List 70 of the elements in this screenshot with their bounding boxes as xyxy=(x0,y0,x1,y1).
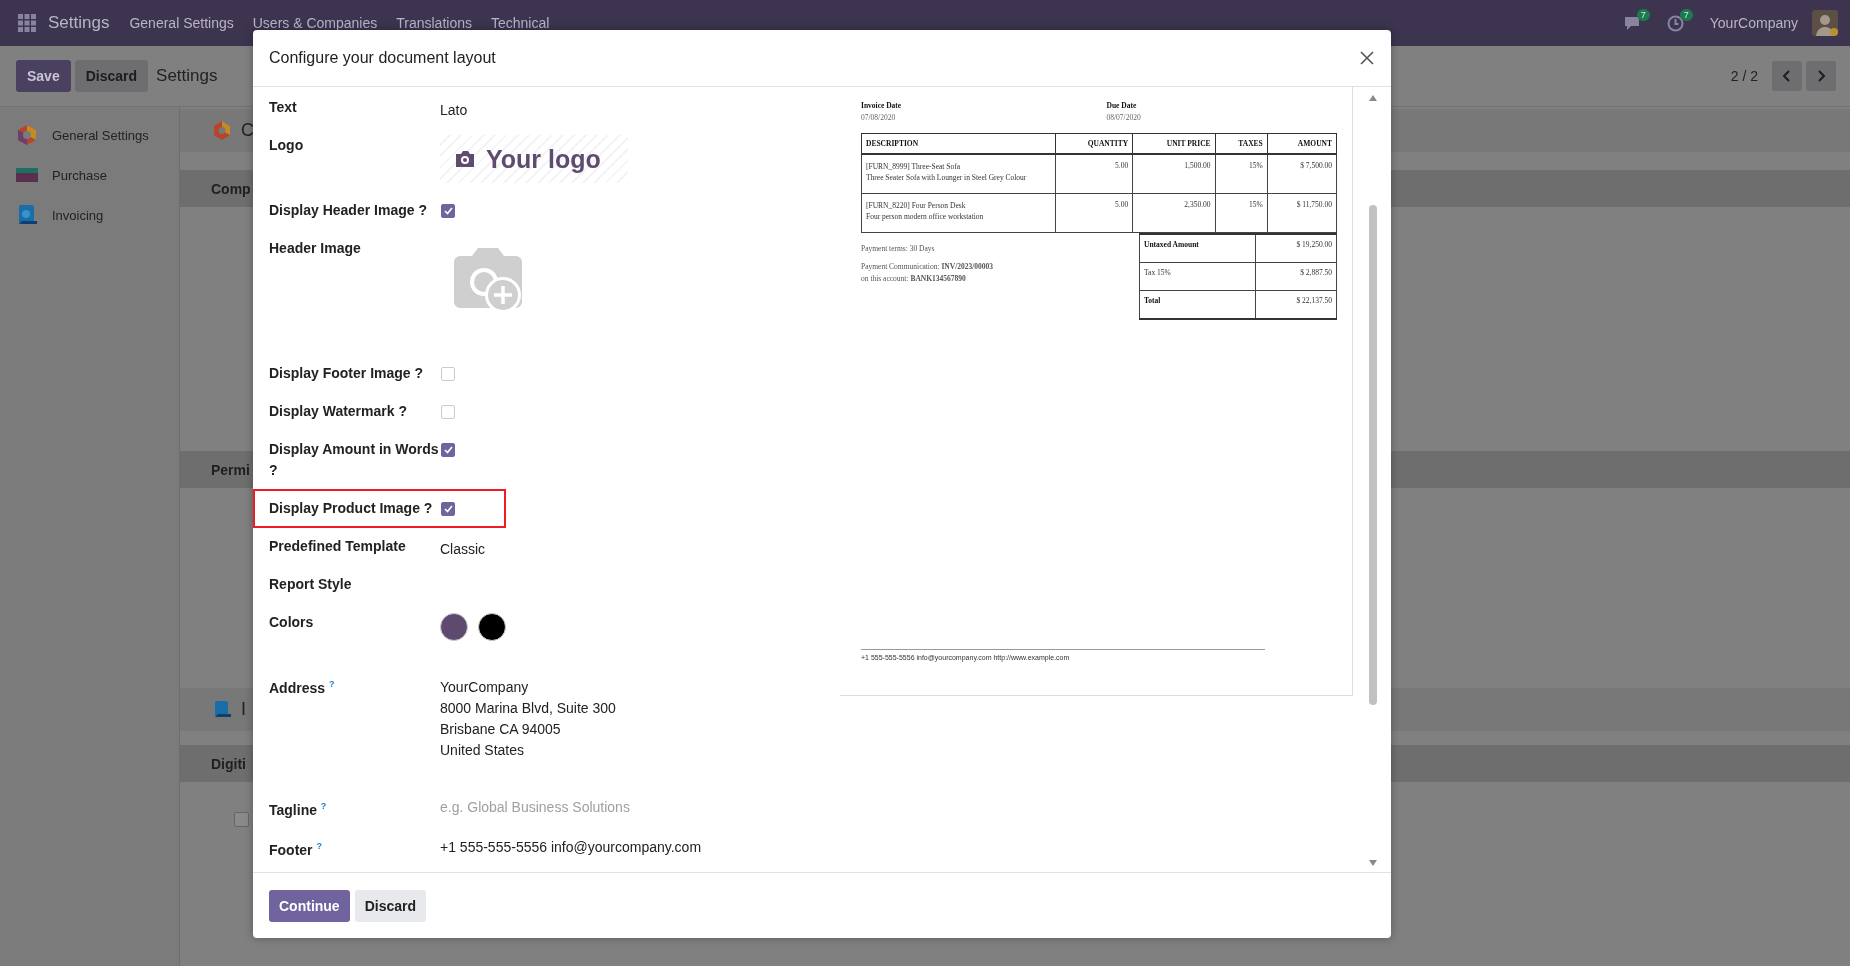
section-title: Permi xyxy=(211,461,250,478)
invoice-icon xyxy=(213,700,231,719)
field-label: Display Amount in Words ? xyxy=(269,440,440,480)
field-label: Report Style xyxy=(269,575,353,594)
sidebar-item[interactable]: Purchase xyxy=(0,155,179,195)
field-label: Logo xyxy=(269,136,305,155)
invoice-icon xyxy=(16,204,38,226)
field-value: Classic xyxy=(440,540,486,559)
address-line: 8000 Marina Blvd, Suite 300 xyxy=(440,699,616,718)
discard-button[interactable]: Discard xyxy=(74,60,149,92)
page-title: Settings xyxy=(156,66,218,86)
color-swatch[interactable] xyxy=(478,613,506,641)
save-button[interactable]: Save xyxy=(16,60,71,92)
pager-counter: 2 / 2 xyxy=(1730,68,1758,84)
section-title: Comp xyxy=(211,180,251,197)
app-title: I xyxy=(241,699,246,720)
check-icon xyxy=(443,505,453,513)
checkbox[interactable] xyxy=(234,812,249,827)
field-label: Display Header Image ? xyxy=(269,201,428,220)
field-label: Display Watermark ? xyxy=(269,402,408,421)
company-name[interactable]: YourCompany xyxy=(1709,15,1798,31)
section-title: Digiti xyxy=(211,755,246,772)
hexagon-icon xyxy=(16,124,38,146)
field-label: Footer $^{?}$ xyxy=(269,840,323,860)
address-line: Brisbane CA 94005 xyxy=(440,720,562,739)
logo-upload[interactable]: Your logo xyxy=(440,135,628,183)
field-label: Display Product Image ? xyxy=(269,499,434,518)
color-swatch[interactable] xyxy=(440,613,468,641)
apps-menu-icon[interactable] xyxy=(18,14,36,32)
field-label: Header Image xyxy=(269,239,362,258)
continue-button[interactable]: Continue xyxy=(269,889,350,922)
sidebar-item[interactable]: Invoicing xyxy=(0,195,179,235)
previous-button[interactable] xyxy=(1772,61,1802,91)
field-label: Tagline $^{?}$ xyxy=(269,800,328,820)
clock-icon[interactable] xyxy=(1666,14,1684,32)
avatar-icon[interactable] xyxy=(1812,10,1838,36)
scroll-up-icon[interactable] xyxy=(1369,95,1377,101)
dialog-title: Configure your document layout xyxy=(269,49,496,67)
discard-button[interactable]: Discard xyxy=(354,889,426,922)
scrollbar-thumb[interactable] xyxy=(1369,205,1377,705)
field-label: Text xyxy=(269,98,298,117)
checkbox[interactable] xyxy=(441,204,455,218)
checkbox[interactable] xyxy=(441,443,455,457)
field-label: Display Footer Image ? xyxy=(269,364,425,383)
address-line: United States xyxy=(440,741,526,760)
scroll-down-icon[interactable] xyxy=(1369,860,1377,866)
app-title: C xyxy=(241,120,254,141)
menu-item[interactable]: Translations xyxy=(396,15,472,31)
menu-item[interactable]: Technical xyxy=(491,15,550,31)
field-label: Predefined Template xyxy=(269,537,407,556)
chevron-icon xyxy=(1816,70,1826,82)
checkbox[interactable] xyxy=(441,502,455,516)
field-value: Lato xyxy=(440,101,468,120)
menu-item[interactable]: General Settings xyxy=(129,15,234,31)
next-button[interactable] xyxy=(1806,61,1836,91)
notification-badge: 7 xyxy=(1636,9,1650,21)
address-line: YourCompany xyxy=(440,678,530,697)
hexagon-icon xyxy=(213,121,231,140)
notification-badge: 7 xyxy=(1679,8,1693,21)
sidebar-item[interactable]: General Settings xyxy=(0,115,179,155)
menu-item[interactable]: Users & Companies xyxy=(252,15,378,31)
app-name[interactable]: Settings xyxy=(48,13,110,33)
field-label: Address $^{?}$ xyxy=(269,678,336,698)
camera-icon xyxy=(454,150,476,168)
check-icon xyxy=(443,446,453,454)
field-label: Colors xyxy=(269,613,315,632)
chat-icon[interactable] xyxy=(1622,15,1641,31)
close-icon[interactable] xyxy=(1359,50,1375,66)
check-icon xyxy=(443,207,453,215)
chevron-icon xyxy=(1782,70,1792,82)
